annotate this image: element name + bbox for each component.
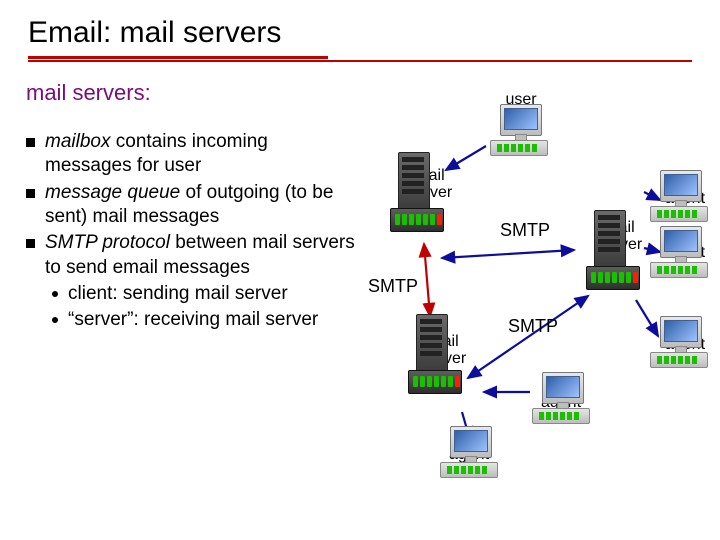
user-agent-icon xyxy=(440,426,496,482)
list-subitem: client: sending mail server xyxy=(52,282,356,306)
title-underline xyxy=(28,56,328,59)
user-agent-icon xyxy=(650,226,706,282)
smtp-label: SMTP xyxy=(368,276,418,297)
list-item: SMTP protocol between mail servers to se… xyxy=(26,231,356,280)
smtp-label: SMTP xyxy=(508,316,558,337)
user-agent-icon xyxy=(650,170,706,226)
user-agent-icon xyxy=(490,104,546,160)
mail-server-icon xyxy=(586,210,640,296)
arrow xyxy=(446,146,486,170)
email-diagram: user agent mail server user agent user a… xyxy=(360,92,710,512)
list-item: message queue of outgoing (to be sent) m… xyxy=(26,181,356,230)
arrow xyxy=(442,250,574,258)
user-agent-icon xyxy=(650,316,706,372)
mail-server-icon xyxy=(408,314,462,400)
dot-bullet-icon xyxy=(52,317,58,323)
square-bullet-icon xyxy=(26,239,35,248)
arrow xyxy=(468,296,588,378)
list-item: mailbox contains incoming messages for u… xyxy=(26,130,356,179)
user-agent-icon xyxy=(532,372,588,428)
bullet-list: mailbox contains incoming messages for u… xyxy=(26,130,356,333)
arrow xyxy=(424,244,430,316)
title-baseline xyxy=(28,60,692,62)
mail-server-icon xyxy=(390,152,444,238)
square-bullet-icon xyxy=(26,138,35,147)
dot-bullet-icon xyxy=(52,291,58,297)
smtp-label: SMTP xyxy=(500,220,550,241)
list-subitem: “server”: receiving mail server xyxy=(52,308,356,332)
page-title: Email: mail servers xyxy=(0,0,720,52)
square-bullet-icon xyxy=(26,189,35,198)
